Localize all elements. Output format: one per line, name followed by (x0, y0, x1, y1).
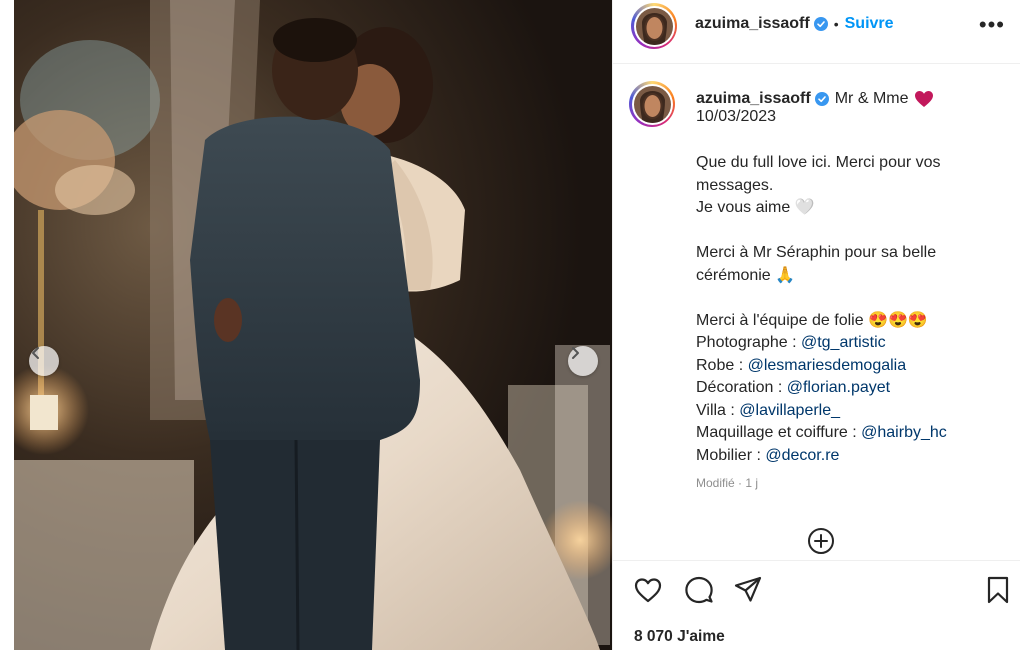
credit-label: Photographe : (696, 334, 801, 351)
carousel-prev-button[interactable] (29, 346, 59, 376)
caption-date: 10/03/2023 (696, 108, 777, 125)
profile-photo-icon (633, 85, 671, 123)
save-bookmark-icon[interactable] (983, 575, 1013, 605)
credit-label: Villa : (696, 401, 740, 419)
credit-label: Mobilier : (696, 446, 766, 464)
chevron-right-icon (572, 347, 579, 359)
comment-icon[interactable] (684, 575, 714, 605)
likes-count[interactable]: 8 070 J'aime (634, 628, 725, 646)
caption-section: azuima_issaoff Mr & Mme 10/03/2023 Que d… (613, 65, 1020, 560)
more-options-button[interactable]: ••• (979, 14, 1005, 36)
header-username-link[interactable]: azuima_issaoff (695, 15, 810, 33)
profile-photo-icon (635, 7, 673, 45)
caption-line: Que du full love ici. Merci pour vos (696, 154, 941, 171)
caption-avatar[interactable] (629, 81, 675, 127)
caption-header: azuima_issaoff Mr & Mme (696, 87, 934, 110)
caption-line: Merci à l'équipe de folie 😍😍😍 (696, 311, 928, 329)
edited-timestamp: Modifié · 1 j (696, 476, 759, 490)
mention-link[interactable]: @lavillaperle_ (739, 402, 840, 419)
caption-line: cérémonie 🙏 (696, 266, 796, 284)
credit-label: Décoration : (696, 379, 787, 396)
chevron-left-icon (32, 347, 39, 359)
red-heart-icon (914, 90, 933, 107)
carousel-next-button[interactable] (568, 346, 598, 376)
credit-line: Robe : @lesmariesdemogalia (696, 355, 996, 378)
mention-link[interactable]: @decor.re (765, 447, 839, 464)
credit-line: Décoration : @florian.payet (696, 377, 996, 400)
caption-line: Je vous aime 🤍 (696, 199, 815, 216)
verified-badge-icon (813, 17, 828, 31)
post-side-panel: azuima_issaoff • Suivre ••• azuima_issao… (612, 0, 1020, 650)
credit-line: Villa : @lavillaperle_ (696, 400, 996, 423)
verified-badge-icon (814, 91, 829, 106)
header-separator: • (833, 16, 839, 32)
post-photo[interactable] (0, 0, 612, 650)
post-header: azuima_issaoff • Suivre ••• (613, 0, 1020, 64)
credit-line: Maquillage et coiffure : @hairby_hc (696, 422, 996, 445)
wedding-photo (0, 0, 612, 650)
credit-line: Photographe : @tg_artistic (696, 332, 996, 355)
credit-label: Robe : (696, 356, 748, 374)
mention-link[interactable]: @florian.payet (787, 379, 890, 396)
caption-line: messages. (696, 176, 774, 194)
avatar[interactable] (631, 3, 677, 49)
caption-headline: Mr & Mme (834, 90, 909, 107)
caption-line: Merci à Mr Séraphin pour sa belle (696, 244, 937, 261)
share-icon[interactable] (733, 575, 763, 605)
caption-username-link[interactable]: azuima_issaoff (696, 87, 811, 110)
mention-link[interactable]: @tg_artistic (801, 334, 886, 351)
photo-left-margin (0, 0, 14, 650)
caption-text: Que du full love ici. Merci pour vos mes… (696, 152, 996, 467)
credit-line: Mobilier : @decor.re (696, 445, 996, 468)
mention-link[interactable]: @hairby_hc (861, 424, 947, 441)
header-user-row: azuima_issaoff • Suivre (695, 15, 894, 33)
mention-link[interactable]: @lesmariesdemogalia (748, 357, 907, 374)
add-circle-icon[interactable] (806, 526, 836, 556)
like-heart-icon[interactable] (633, 575, 663, 605)
action-bar: 8 070 J'aime (613, 560, 1020, 650)
credit-label: Maquillage et coiffure : (696, 424, 862, 441)
follow-button[interactable]: Suivre (845, 15, 894, 33)
